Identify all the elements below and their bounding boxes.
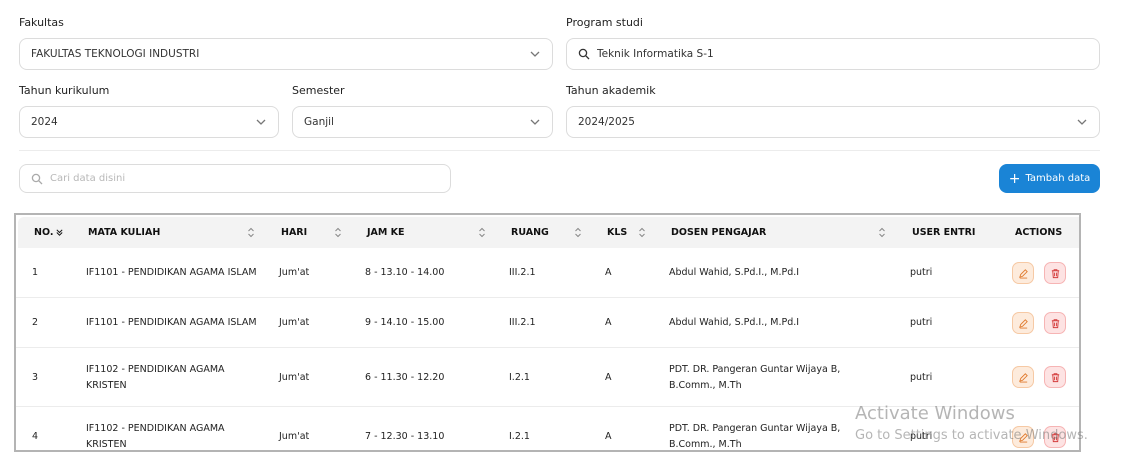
cell-jam-ke: 8 - 13.10 - 14.00 [365,267,445,278]
pencil-icon [1018,318,1028,329]
cell-user-entri: putri [910,317,933,328]
tahun-akademik-value: 2024/2025 [578,116,635,128]
header-mata-kuliah[interactable]: MATA KULIAH [88,217,160,248]
edit-button[interactable] [1012,262,1034,284]
delete-button[interactable] [1044,366,1066,388]
double-chevron-down-icon [56,229,63,236]
cell-kls: A [605,317,612,328]
cell-kls: A [605,267,612,278]
sort-icon[interactable] [247,227,255,238]
cell-mata-kuliah: IF1102 - PENDIDIKAN AGAMA KRISTEN [86,363,225,391]
header-ruang[interactable]: RUANG [511,217,549,248]
header-user-entri: USER ENTRI [912,227,976,238]
cell-hari: Jum'at [279,431,310,442]
activate-windows-title: Activate Windows [855,403,1015,424]
trash-icon [1051,268,1059,278]
cell-dosen: PDT. DR. Pangeran Guntar Wijaya B, B.Com… [669,363,841,391]
header-jam-ke[interactable]: JAM KE [367,217,405,248]
program-studi-value: Teknik Informatika S-1 [597,48,714,60]
cell-ruang: I.2.1 [509,371,530,383]
table-header: NO. MATA KULIAH HARI JAM KE RUANG KLS DO… [18,217,1079,248]
plus-icon: + [1008,170,1021,187]
fakultas-label: Fakultas [19,16,64,29]
header-hari[interactable]: HARI [281,217,307,248]
chevron-down-icon [256,119,266,125]
delete-button[interactable] [1044,262,1066,284]
cell-dosen: Abdul Wahid, S.Pd.I., M.Pd.I [669,267,800,278]
cell-user-entri: putri [910,371,933,383]
fakultas-select[interactable]: FAKULTAS TEKNOLOGI INDUSTRI [19,38,553,70]
add-data-label: Tambah data [1025,173,1091,184]
cell-hari: Jum'at [279,371,310,383]
table-row: 1 IF1101 - PENDIDIKAN AGAMA ISLAM Jum'at… [16,248,1079,298]
cell-hari: Jum'at [279,267,310,278]
sort-icon[interactable] [574,227,582,238]
chevron-down-icon [1077,119,1087,125]
cell-user-entri: putri [910,267,933,278]
sort-icon[interactable] [878,227,886,238]
cell-no: 2 [32,317,39,328]
tahun-kurikulum-select[interactable]: 2024 [19,106,279,138]
cell-no: 4 [32,431,39,442]
delete-button[interactable] [1044,312,1066,334]
cell-mata-kuliah: IF1101 - PENDIDIKAN AGAMA ISLAM [86,317,257,328]
search-box[interactable] [19,164,451,193]
trash-icon [1051,318,1059,328]
sort-icon[interactable] [334,227,342,238]
pencil-icon [1018,268,1028,279]
table-row: 3 IF1102 - PENDIDIKAN AGAMA KRISTEN Jum'… [16,348,1079,407]
program-studi-select[interactable]: Teknik Informatika S-1 [566,38,1100,70]
edit-button[interactable] [1012,366,1034,388]
semester-label: Semester [292,84,345,97]
header-no[interactable]: NO. [34,217,64,248]
chevron-down-icon [530,51,540,57]
program-studi-label: Program studi [566,16,643,29]
sort-icon[interactable] [638,227,646,238]
semester-select[interactable]: Ganjil [292,106,553,138]
tahun-kurikulum-label: Tahun kurikulum [19,84,110,97]
pencil-icon [1018,372,1028,383]
header-kls[interactable]: KLS [607,217,627,248]
add-data-button[interactable]: + Tambah data [999,164,1100,193]
search-icon [578,48,590,60]
search-icon [31,173,43,184]
cell-no: 3 [32,371,39,383]
sort-icon[interactable] [478,227,486,238]
tahun-akademik-label: Tahun akademik [566,84,656,97]
cell-mata-kuliah: IF1102 - PENDIDIKAN AGAMA KRISTEN [86,423,225,450]
tahun-akademik-select[interactable]: 2024/2025 [566,106,1100,138]
edit-button[interactable] [1012,312,1034,334]
cell-mata-kuliah: IF1101 - PENDIDIKAN AGAMA ISLAM [86,267,257,278]
cell-ruang: I.2.1 [509,431,530,442]
cell-kls: A [605,371,612,383]
cell-jam-ke: 9 - 14.10 - 15.00 [365,317,445,328]
cell-jam-ke: 6 - 11.30 - 12.20 [365,371,445,383]
chevron-down-icon [530,119,540,125]
cell-no: 1 [32,267,39,278]
cell-dosen: PDT. DR. Pangeran Guntar Wijaya B, B.Com… [669,423,841,450]
cell-dosen: Abdul Wahid, S.Pd.I., M.Pd.I [669,317,800,328]
header-actions: ACTIONS [1015,227,1063,238]
fakultas-value: FAKULTAS TEKNOLOGI INDUSTRI [31,48,200,60]
filter-divider [19,150,1100,151]
search-input[interactable] [50,173,439,184]
cell-ruang: III.2.1 [509,317,536,328]
cell-kls: A [605,431,612,442]
activate-windows-subtitle: Go to Settings to activate Windows. [855,428,1088,443]
cell-ruang: III.2.1 [509,267,536,278]
cell-jam-ke: 7 - 12.30 - 13.10 [365,431,445,442]
semester-value: Ganjil [304,116,334,128]
trash-icon [1051,372,1059,382]
header-no-label: NO. [34,227,54,238]
cell-hari: Jum'at [279,317,310,328]
tahun-kurikulum-value: 2024 [31,116,58,128]
header-dosen[interactable]: DOSEN PENGAJAR [671,217,766,248]
table-row: 2 IF1101 - PENDIDIKAN AGAMA ISLAM Jum'at… [16,298,1079,348]
